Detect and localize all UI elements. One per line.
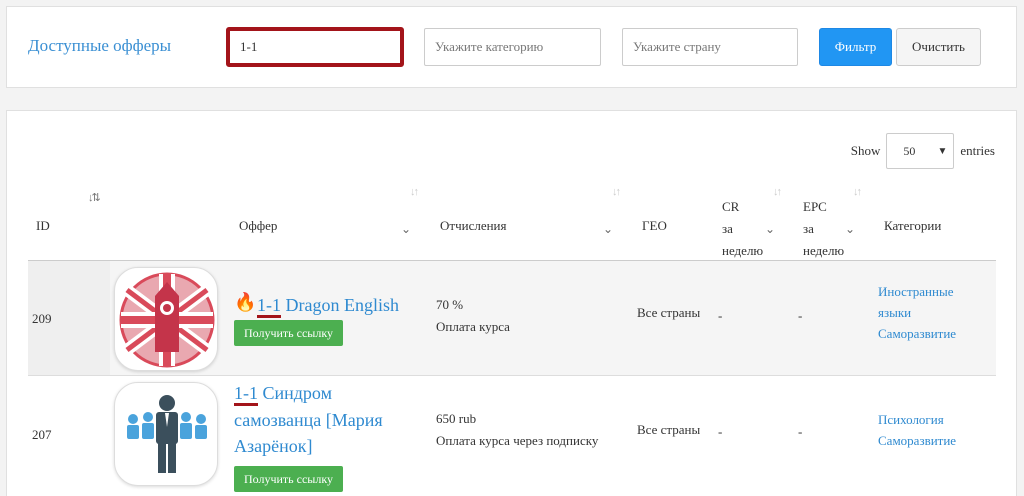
row-divider [28,375,996,376]
geo-cell: Все страны [637,422,701,437]
column-header-offer[interactable]: Оффер [239,218,277,234]
page-title: Доступные офферы [28,36,172,55]
column-header-id[interactable]: ID [36,218,50,234]
category-links[interactable]: Иностранные языки Саморазвитие [878,281,956,344]
cr-cell: - [718,308,723,323]
get-link-button[interactable]: Получить ссылку [234,466,343,492]
caret-down-icon: ▼ [937,145,948,157]
chevron-down-icon[interactable]: ⌄ [603,222,613,237]
sort-icon[interactable]: ↓↑ [773,186,782,198]
fire-icon: 🔥 [234,292,257,312]
payout-cell: 70 % Оплата курса [436,294,510,338]
get-link-button[interactable]: Получить ссылку [234,320,343,346]
sort-icon[interactable]: ↓↑ [410,186,419,198]
union-flag-image [119,272,215,368]
payout-cell: 650 rub Оплата курса через подписку [436,408,598,452]
payout-description: Оплата курса [436,319,510,334]
payout-description: Оплата курса через подписку [436,433,599,448]
search-field-wrapper [226,27,404,67]
entries-select[interactable]: 50 ▼ [886,133,955,169]
chevron-down-icon[interactable]: ⌄ [401,222,411,237]
geo-cell: Все страны [637,305,701,320]
filter-panel: Доступные офферы Фильтр Очистить [6,6,1017,88]
column-header-cr[interactable]: CR за неделю [722,196,763,262]
column-header-geo[interactable]: ГЕО [642,218,667,234]
search-input[interactable] [230,31,400,63]
offer-id: 209 [32,311,52,326]
sort-icon[interactable]: ↓↑ [612,186,621,198]
people-group-image [119,387,215,483]
payout-value: 70 % [436,297,464,312]
chevron-down-icon[interactable]: ⌄ [765,222,775,237]
epc-cell: - [798,308,803,323]
column-header-epc[interactable]: EPC за неделю [803,196,844,262]
category-links[interactable]: Психология Саморазвитие [878,409,956,451]
offer-title-link[interactable]: 1-1 Dragon English [257,293,399,317]
filter-button[interactable]: Фильтр [819,28,892,66]
sort-desc-icon[interactable]: ↓⇅ [88,191,101,204]
chevron-down-icon[interactable]: ⌄ [845,222,855,237]
epc-cell: - [798,424,803,439]
offer-title-link[interactable]: 1-1 Синдром самозванца [Мария Азарёнок] [234,381,414,457]
country-input[interactable] [622,28,798,66]
offer-thumbnail[interactable] [114,267,218,371]
show-label: Show [850,143,881,158]
payout-value: 650 rub [436,411,477,426]
column-header-payout[interactable]: Отчисления [440,218,507,234]
cr-cell: - [718,424,723,439]
entries-value: 50 [903,143,916,158]
entries-label: entries [960,143,995,158]
offer-thumbnail[interactable] [114,382,218,486]
sort-icon[interactable]: ↓↑ [853,186,862,198]
entries-length-control: Show 50 ▼ entries [851,133,995,169]
offer-id: 207 [32,427,52,442]
column-header-categories[interactable]: Категории [884,218,941,234]
clear-button[interactable]: Очистить [896,28,981,66]
category-input[interactable] [424,28,601,66]
